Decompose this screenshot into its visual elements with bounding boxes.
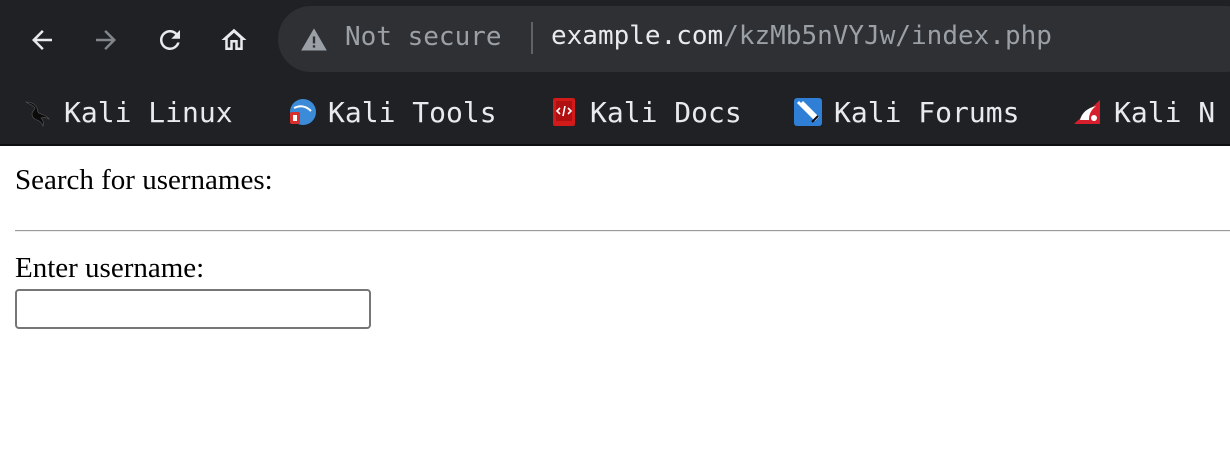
- bookmark-label: Kali Docs: [590, 95, 742, 129]
- bookmark-kali-forums[interactable]: Kali Forums: [792, 92, 1019, 132]
- reload-icon: [159, 29, 180, 50]
- kali-tools-icon: [290, 99, 316, 125]
- url-text[interactable]: example.com/kzMb5nVYJw/index.php: [551, 21, 1052, 51]
- url-path: /kzMb5nVYJw/index.php: [723, 21, 1052, 51]
- security-status-label[interactable]: Not secure: [345, 22, 502, 52]
- kali-dragon-icon: [25, 101, 50, 127]
- bookmarks-bar: Kali Linux Kali Tools Kali Docs Kali For…: [0, 80, 1230, 146]
- kali-forums-icon: [794, 98, 822, 126]
- kali-docs-icon: [553, 98, 575, 126]
- username-label: Enter username:: [15, 252, 205, 284]
- page-content: Search for usernames: Enter username:: [0, 146, 1230, 452]
- browser-toolbar: Not secure example.com/kzMb5nVYJw/index.…: [0, 0, 1230, 80]
- bookmark-kali-nethunter[interactable]: Kali N: [1072, 92, 1215, 132]
- username-input[interactable]: [15, 289, 371, 329]
- home-icon: [221, 28, 247, 50]
- bookmark-label: Kali N: [1114, 95, 1216, 129]
- arrow-right-icon: [96, 30, 116, 50]
- reload-button[interactable]: [148, 18, 192, 62]
- home-button[interactable]: [212, 18, 256, 62]
- bookmark-label: Kali Forums: [834, 95, 1020, 129]
- arrow-left-icon: [32, 30, 52, 50]
- warning-icon: [301, 28, 327, 51]
- bookmark-label: Kali Tools: [328, 95, 497, 129]
- url-host: example.com: [551, 21, 724, 51]
- page-title: Search for usernames:: [15, 164, 273, 196]
- kali-nethunter-icon: [1074, 100, 1100, 124]
- bookmark-kali-tools[interactable]: Kali Tools: [286, 92, 497, 132]
- forward-button[interactable]: [84, 18, 128, 62]
- bookmark-kali-docs[interactable]: Kali Docs: [548, 92, 742, 132]
- address-separator: [531, 22, 533, 54]
- bookmark-kali-linux[interactable]: Kali Linux: [22, 92, 233, 132]
- bookmark-label: Kali Linux: [64, 95, 233, 129]
- back-button[interactable]: [20, 18, 64, 62]
- horizontal-rule: [15, 230, 1230, 232]
